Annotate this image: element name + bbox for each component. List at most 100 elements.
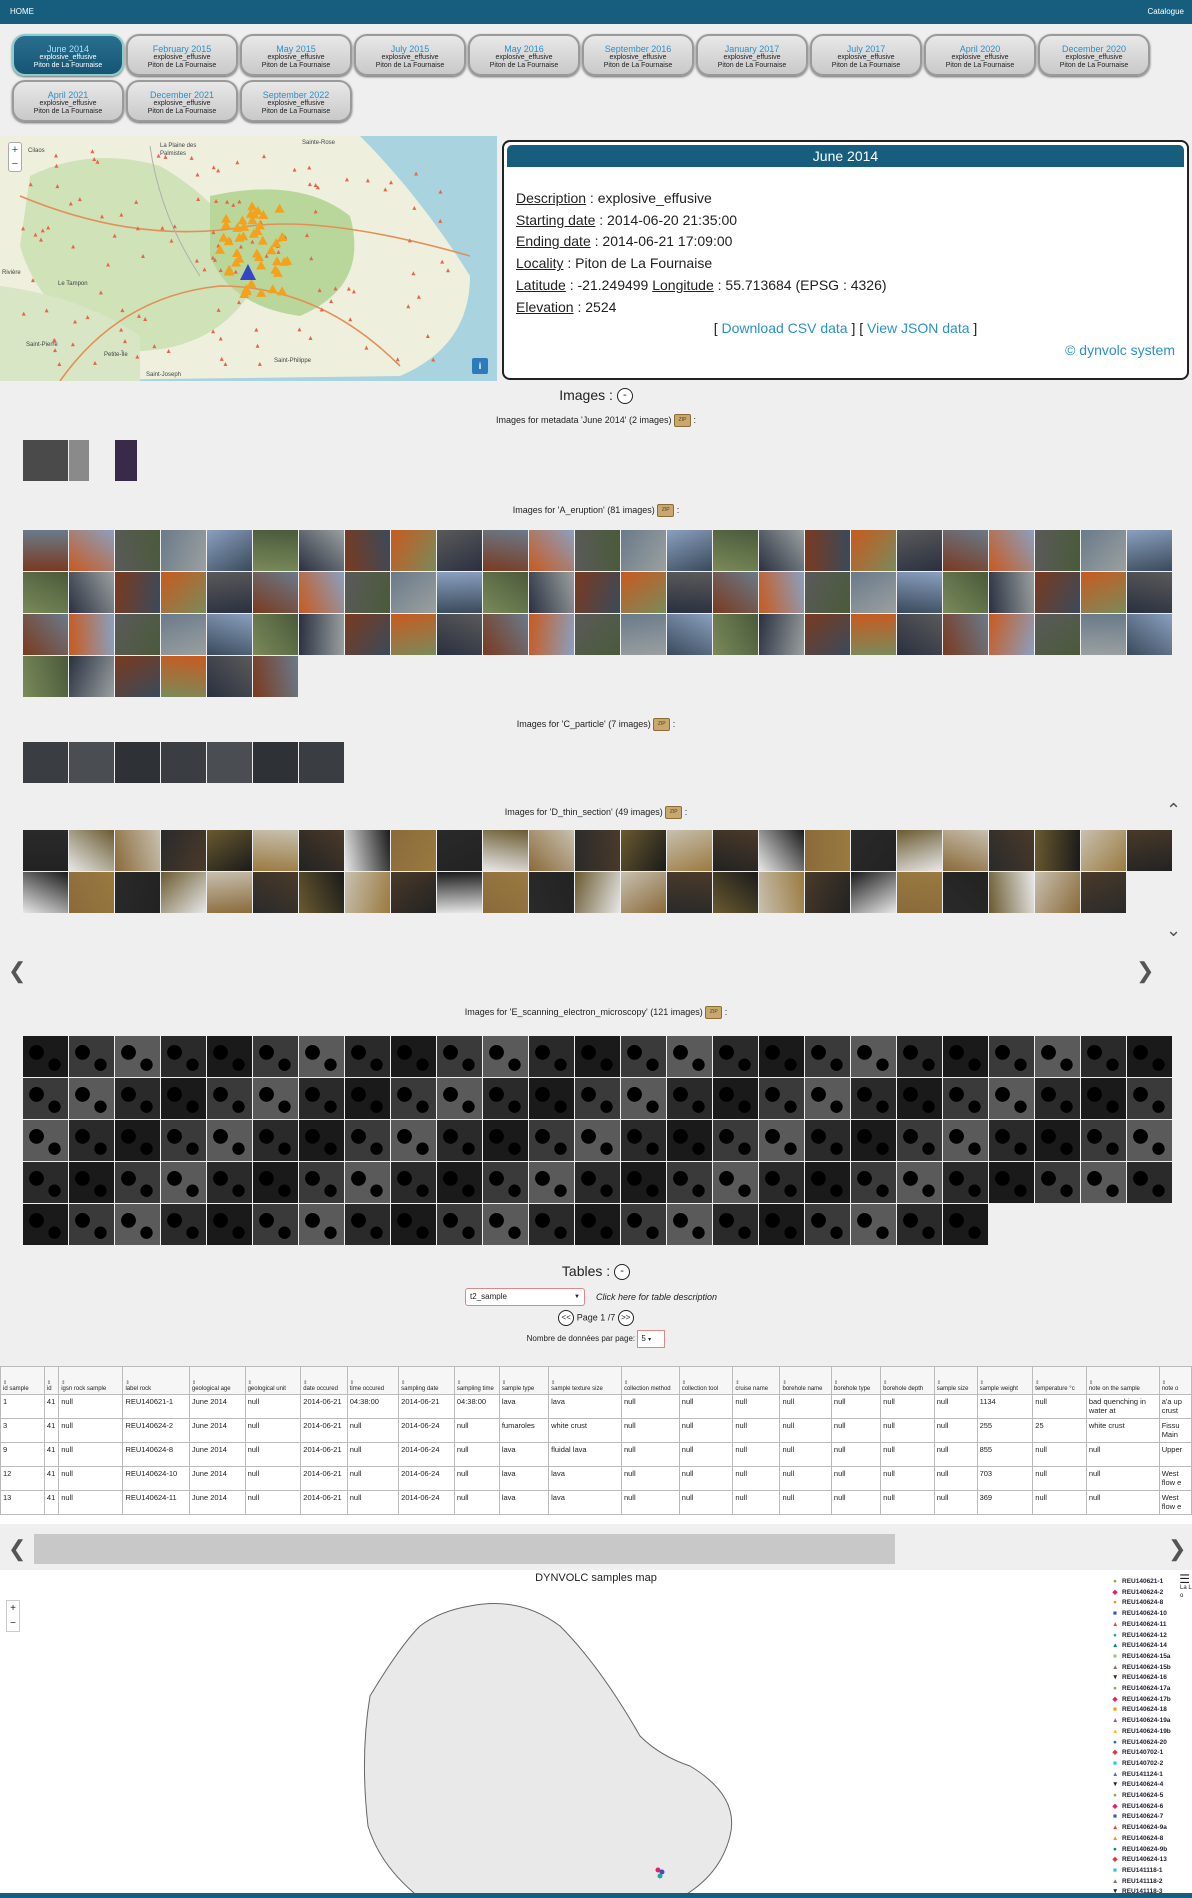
image-thumbnail[interactable] [1035,614,1080,655]
image-thumbnail[interactable] [23,872,68,913]
image-thumbnail[interactable] [759,1078,804,1119]
image-thumbnail[interactable] [391,872,436,913]
image-thumbnail[interactable] [483,1078,528,1119]
image-thumbnail[interactable] [575,1078,620,1119]
legend-item[interactable]: ■ REU140624-15a [1112,1652,1171,1663]
image-thumbnail[interactable] [621,1120,666,1161]
image-thumbnail[interactable] [713,1162,758,1203]
image-thumbnail[interactable] [345,530,390,571]
image-thumbnail[interactable] [345,1078,390,1119]
table-column-header[interactable]: ⇕ label rock [122,1366,190,1395]
image-thumbnail[interactable] [851,1120,896,1161]
image-thumbnail[interactable] [69,742,114,783]
image-thumbnail[interactable] [483,614,528,655]
image-thumbnail[interactable] [391,1120,436,1161]
image-thumbnail[interactable] [1081,1120,1126,1161]
image-thumbnail[interactable] [575,1036,620,1077]
legend-item[interactable]: ■ REU141118-1 [1112,1866,1171,1877]
image-thumbnail[interactable] [759,1204,804,1245]
per-page-select[interactable]: 5 ▾ [637,1330,666,1348]
download-csv-link[interactable]: Download CSV data [722,320,848,336]
image-thumbnail[interactable] [759,1120,804,1161]
image-thumbnail[interactable] [299,830,344,871]
image-thumbnail[interactable] [1035,1036,1080,1077]
image-thumbnail[interactable] [437,572,482,613]
image-thumbnail[interactable] [529,530,574,571]
image-thumbnail[interactable] [69,1204,114,1245]
image-thumbnail[interactable] [1081,1162,1126,1203]
image-thumbnail[interactable] [621,1036,666,1077]
image-thumbnail[interactable] [345,1204,390,1245]
image-thumbnail[interactable] [253,830,298,871]
image-thumbnail[interactable] [759,530,804,571]
image-thumbnail[interactable] [1127,1162,1172,1203]
image-thumbnail[interactable] [713,614,758,655]
image-thumbnail[interactable] [621,872,666,913]
image-thumbnail[interactable] [161,742,206,783]
image-thumbnail[interactable] [437,872,482,913]
image-thumbnail[interactable] [483,1036,528,1077]
image-thumbnail[interactable] [1127,830,1172,871]
legend-item[interactable]: ▲ REU141124-1 [1112,1770,1171,1781]
image-thumbnail[interactable] [943,530,988,571]
image-thumbnail[interactable] [621,530,666,571]
image-thumbnail[interactable] [115,830,160,871]
table-column-header[interactable]: ⇕ igsn rock sample [58,1366,124,1395]
table-column-header[interactable]: ⇕ sample texture size [548,1366,622,1395]
table-column-header[interactable]: ⇕ geological unit [244,1366,302,1395]
table-row[interactable]: 3 41 null REU140624-2 June 2014 null 2014-06-2… [0,1418,1192,1443]
image-thumbnail[interactable] [69,440,89,481]
image-thumbnail[interactable] [115,656,160,697]
image-thumbnail[interactable] [943,614,988,655]
image-thumbnail[interactable] [667,1078,712,1119]
legend-item[interactable]: ▼ REU140624-16 [1112,1673,1171,1684]
image-thumbnail[interactable] [207,1204,252,1245]
image-thumbnail[interactable] [897,830,942,871]
event-button[interactable]: April 2020 explosive_effusive Piton de La … [924,34,1036,76]
event-button[interactable]: September 2016 explosive_effusive Piton de… [582,34,694,76]
image-thumbnail[interactable] [483,1162,528,1203]
image-thumbnail[interactable] [897,572,942,613]
scroll-up-arrow[interactable]: ⌃ [1166,800,1181,821]
image-thumbnail[interactable] [23,742,68,783]
image-thumbnail[interactable] [115,1036,160,1077]
image-thumbnail[interactable] [161,1162,206,1203]
image-thumbnail[interactable] [207,1162,252,1203]
image-thumbnail[interactable] [851,830,896,871]
legend-item[interactable]: ◆ REU140624-13 [1112,1855,1171,1866]
image-thumbnail[interactable] [299,614,344,655]
image-thumbnail[interactable] [575,1120,620,1161]
table-column-header[interactable]: ⇕ cruise name [732,1366,781,1395]
image-thumbnail[interactable] [483,1120,528,1161]
image-thumbnail[interactable] [69,872,114,913]
image-thumbnail[interactable] [713,830,758,871]
image-thumbnail[interactable] [575,872,620,913]
image-thumbnail[interactable] [207,830,252,871]
image-thumbnail[interactable] [207,1078,252,1119]
image-thumbnail[interactable] [943,872,988,913]
image-thumbnail[interactable] [69,656,114,697]
image-thumbnail[interactable] [115,440,137,481]
event-map-canvas[interactable] [0,136,497,381]
image-thumbnail[interactable] [1081,614,1126,655]
left-scroll-arrow[interactable]: ❮ [8,958,26,984]
image-thumbnail[interactable] [483,830,528,871]
legend-item[interactable]: ▲ REU141118-2 [1112,1877,1171,1888]
event-button[interactable]: December 2021 explosive_effusive Piton de … [126,80,238,122]
image-thumbnail[interactable] [161,614,206,655]
image-thumbnail[interactable] [529,1036,574,1077]
image-thumbnail[interactable] [161,1036,206,1077]
image-thumbnail[interactable] [253,572,298,613]
image-thumbnail[interactable] [759,1162,804,1203]
legend-item[interactable]: ◆ REU140624-17b [1112,1695,1171,1706]
image-thumbnail[interactable] [299,1120,344,1161]
image-thumbnail[interactable] [529,1120,574,1161]
image-thumbnail[interactable] [897,614,942,655]
table-scroll-right[interactable]: ❯ [1168,1536,1186,1562]
event-button[interactable]: September 2022 explosive_effusive Piton de… [240,80,352,122]
image-thumbnail[interactable] [897,1036,942,1077]
table-row[interactable]: 9 41 null REU140624-8 June 2014 null 2014-06-2… [0,1442,1192,1467]
event-button[interactable]: May 2015 explosive_effusive Piton de La Fo… [240,34,352,76]
image-thumbnail[interactable] [253,742,298,783]
zip-download-icon[interactable]: ZIP [657,504,675,517]
